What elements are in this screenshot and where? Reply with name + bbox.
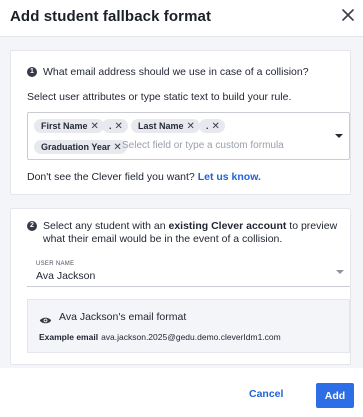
question-2-card: 2 Select any student with an existing Cl… <box>10 208 351 365</box>
attribute-chip[interactable]: Graduation Year ✕ <box>34 140 127 154</box>
question-2-text-bold: existing Clever account <box>168 220 287 232</box>
close-icon[interactable]: ✕ <box>187 121 195 132</box>
dialog-footer: Cancel Add <box>0 368 363 417</box>
question-1: 1 What email address should we use in ca… <box>27 66 338 79</box>
let-us-know-link[interactable]: Let us know. <box>198 171 261 183</box>
close-icon[interactable] <box>341 8 355 22</box>
help-text-label: Don't see the Clever field you want? <box>27 171 195 183</box>
attribute-chip[interactable]: . ✕ <box>199 119 225 133</box>
step-number-2: 2 <box>27 221 37 231</box>
formula-field[interactable]: First Name ✕ . ✕ Last Name ✕ . ✕ Graduation … <box>27 112 350 160</box>
question-1-subtext: Select user attributes or type static te… <box>27 91 292 103</box>
question-2-text: Select any student with an existing Clev… <box>27 220 338 246</box>
preview-title: Ava Jackson's email format <box>59 311 187 323</box>
dialog-header: Add student fallback format <box>0 0 363 36</box>
close-icon[interactable]: ✕ <box>212 121 220 132</box>
chip-label: Last Name <box>138 121 184 131</box>
add-button[interactable]: Add <box>316 383 354 408</box>
question-2: 2 Select any student with an existing Cl… <box>27 220 338 246</box>
chip-label: Graduation Year <box>41 142 111 152</box>
cancel-button[interactable]: Cancel <box>249 388 283 400</box>
example-email-value: ava.jackson.2025@gedu.demo.cleverIdm1.co… <box>101 332 281 342</box>
student-select-label: USER NAME <box>36 261 75 267</box>
step-number-1: 1 <box>27 67 37 77</box>
example-email: Example email ava.jackson.2025@gedu.demo.… <box>39 332 281 342</box>
formula-input-placeholder[interactable]: Select field or type a custom formula <box>122 140 284 151</box>
student-select[interactable]: USER NAME Ava Jackson <box>27 257 350 287</box>
question-1-card: 1 What email address should we use in ca… <box>10 50 351 195</box>
dialog-title: Add student fallback format <box>10 8 212 25</box>
help-text: Don't see the Clever field you want? Let… <box>27 171 261 183</box>
attribute-chip[interactable]: . ✕ <box>102 119 128 133</box>
chip-label: First Name <box>41 121 88 131</box>
chip-label: . <box>206 121 209 131</box>
chevron-down-icon[interactable] <box>336 270 344 274</box>
dialog-body: 1 What email address should we use in ca… <box>0 37 363 368</box>
close-icon[interactable]: ✕ <box>113 142 121 153</box>
student-select-value[interactable]: Ava Jackson <box>36 270 95 282</box>
question-1-text: What email address should we use in case… <box>43 66 309 78</box>
example-email-label: Example email <box>39 332 99 342</box>
attribute-chip[interactable]: Last Name ✕ <box>131 119 200 133</box>
email-preview-panel: Ava Jackson's email format Example email… <box>27 299 350 353</box>
close-icon[interactable]: ✕ <box>115 121 123 132</box>
chevron-down-icon[interactable] <box>335 134 343 138</box>
chip-label: . <box>109 121 112 131</box>
attribute-chip[interactable]: First Name ✕ <box>34 119 104 133</box>
question-2-text-part: Select any student with an <box>43 220 169 232</box>
eye-icon <box>39 312 52 330</box>
close-icon[interactable]: ✕ <box>91 121 99 132</box>
